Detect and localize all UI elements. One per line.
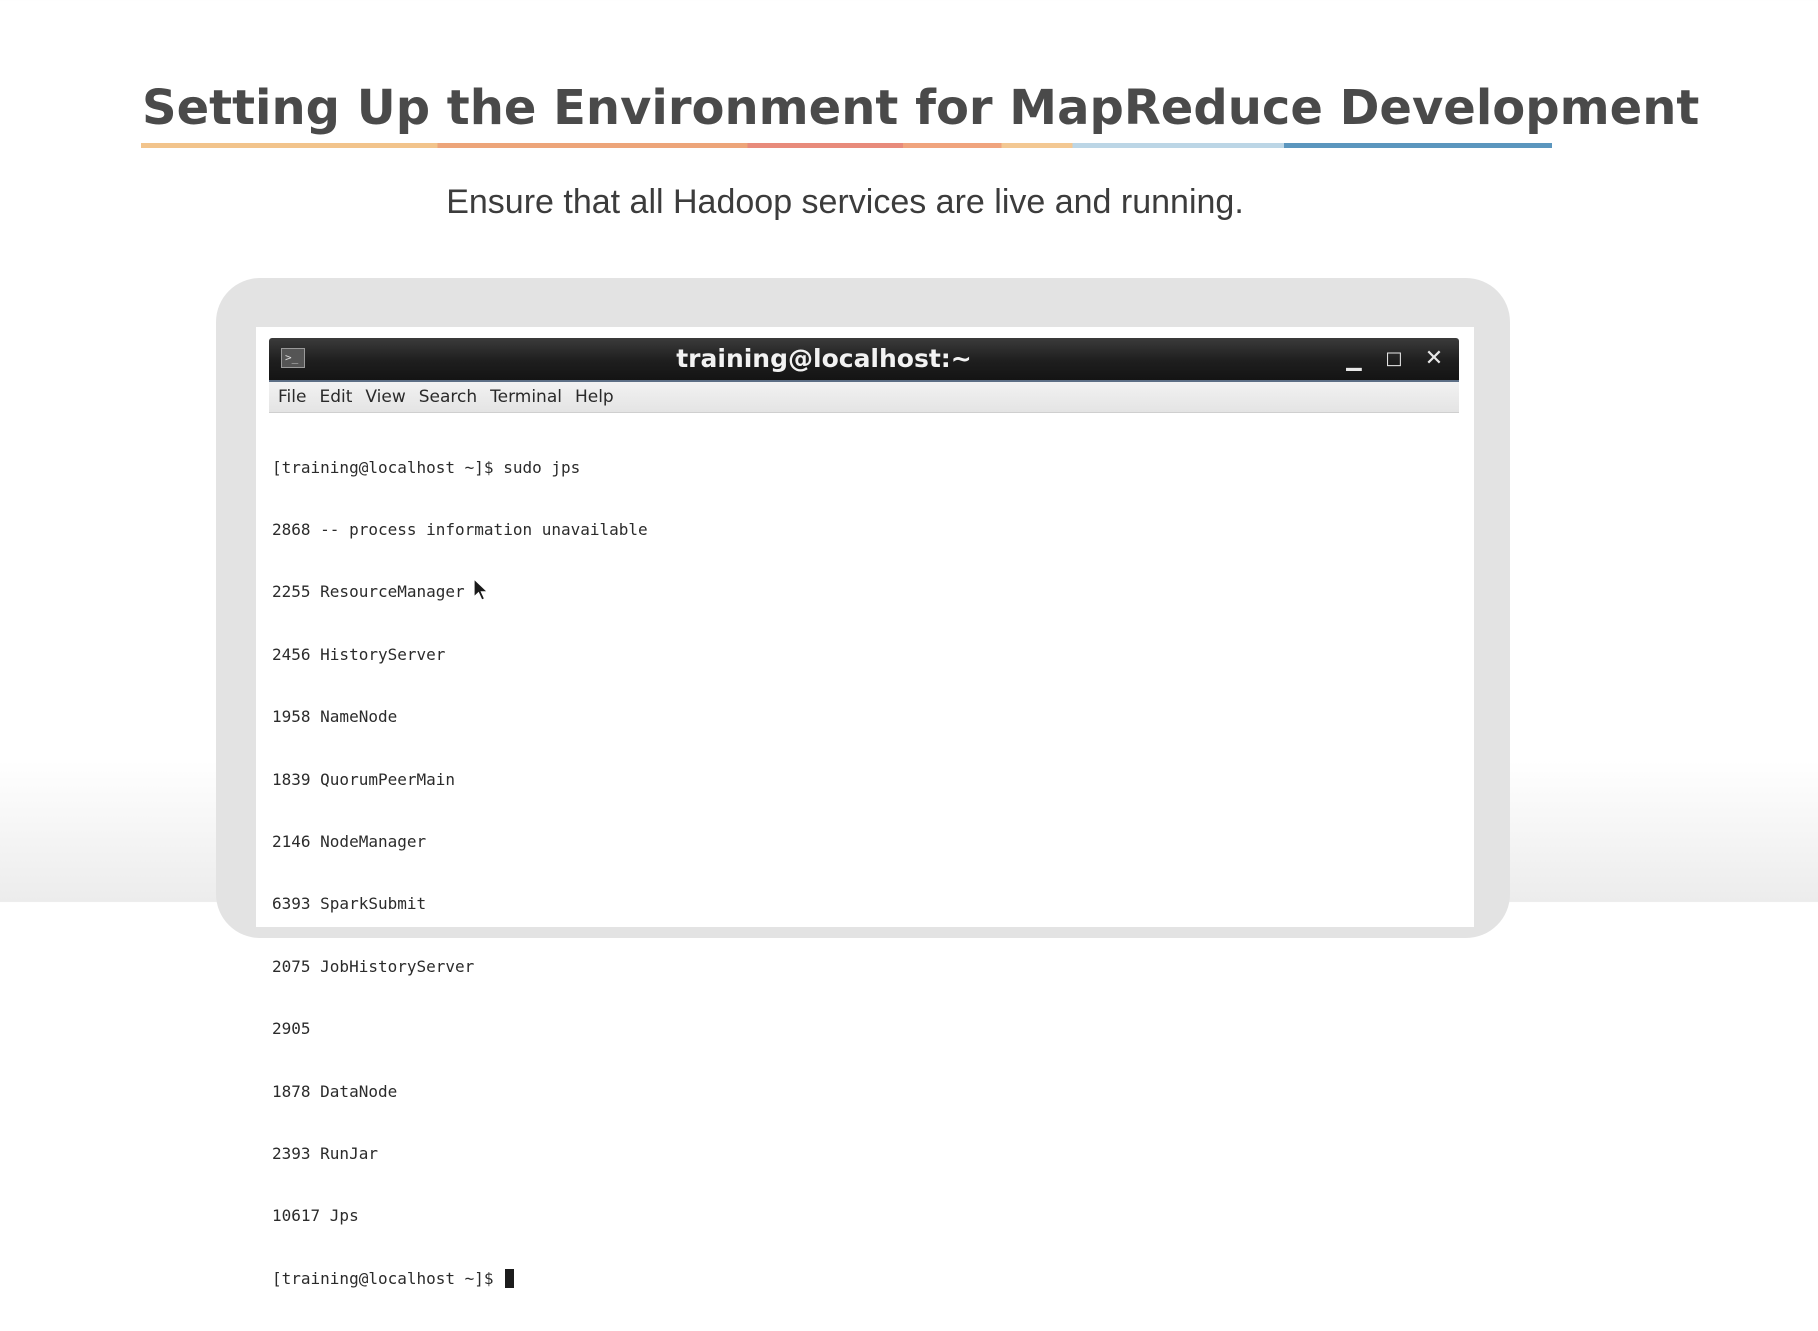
terminal-titlebar[interactable]: >_ training@localhost:~ ▁ □ ✕ (269, 338, 1459, 382)
menu-edit[interactable]: Edit (313, 382, 358, 412)
terminal-line: 1958 NameNode (272, 707, 398, 727)
terminal-output[interactable]: [training@localhost ~]$ sudo jps 2868 --… (272, 416, 1452, 1331)
terminal-line: 1878 DataNode (272, 1081, 398, 1101)
slide-subtitle: Ensure that all Hadoop services are live… (446, 183, 1244, 221)
terminal-line: 10617 Jps (272, 1206, 359, 1226)
text-cursor (505, 1268, 515, 1288)
menu-bar: File Edit View Search Terminal Help (269, 382, 1459, 413)
terminal-prompt: [training@localhost ~]$ (272, 1268, 504, 1288)
terminal-line: 1839 QuorumPeerMain (272, 769, 456, 789)
terminal-window[interactable]: >_ training@localhost:~ ▁ □ ✕ File Edit Vi… (269, 338, 1459, 1288)
menu-view[interactable]: View (359, 382, 411, 412)
terminal-line: 2456 HistoryServer (272, 644, 446, 664)
menu-terminal[interactable]: Terminal (484, 382, 568, 412)
menu-help[interactable]: Help (569, 382, 620, 412)
terminal-line: 6393 SparkSubmit (272, 894, 427, 914)
terminal-line: 2075 JobHistoryServer (272, 956, 475, 976)
title-underline (141, 143, 1552, 148)
terminal-line: 2393 RunJar (272, 1143, 378, 1163)
terminal-line: 2146 NodeManager (272, 831, 427, 851)
menu-file[interactable]: File (272, 382, 312, 412)
menu-search[interactable]: Search (413, 382, 483, 412)
terminal-prompt-line[interactable]: [training@localhost ~]$ (272, 1268, 1452, 1290)
window-title: training@localhost:~ (676, 344, 972, 373)
minimize-icon[interactable]: ▁ (1341, 346, 1367, 372)
terminal-line: 2255 ResourceManager (272, 582, 465, 602)
mouse-pointer-icon (473, 578, 490, 601)
terminal-line: 2905 (272, 1019, 311, 1039)
maximize-icon[interactable]: □ (1381, 346, 1407, 372)
terminal-line: 2868 -- process information unavailable (272, 519, 648, 539)
slide-title: Setting Up the Environment for MapReduce… (142, 80, 1700, 136)
terminal-line: [training@localhost ~]$ sudo jps (272, 457, 581, 477)
close-icon[interactable]: ✕ (1421, 346, 1447, 372)
